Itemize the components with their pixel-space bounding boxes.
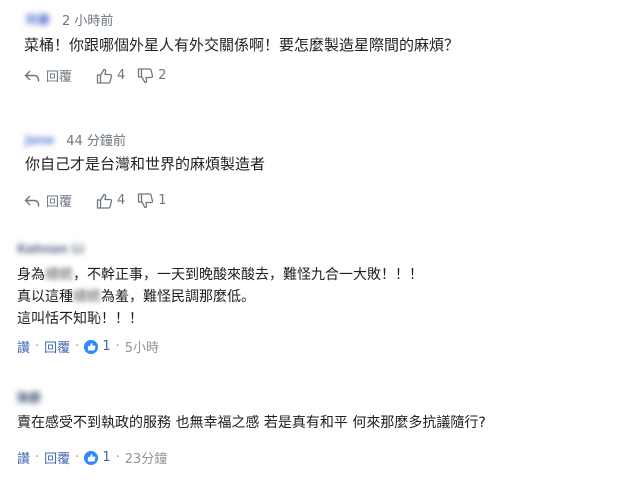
separator-dot: ·: [115, 450, 120, 465]
thumbs-down-button[interactable]: 1: [137, 192, 167, 209]
like-link[interactable]: 讚: [17, 337, 30, 356]
comment-username[interactable]: Jane: [25, 133, 54, 147]
fb-comment-2: 陳爵 賣在感受不到執政的服務 也無幸福之感 若是真有和平 何來那麼多抗議隨行? …: [0, 385, 630, 483]
comment-username[interactable]: 阿豪: [26, 11, 50, 28]
reaction-count[interactable]: 1: [102, 339, 110, 354]
thumbs-down-icon: [137, 192, 154, 209]
blurred-word: 總統: [73, 289, 101, 305]
thumbs-up-button[interactable]: 4: [96, 193, 125, 209]
reply-link[interactable]: 回覆: [44, 337, 70, 356]
comment-line: 身為總統，不幹正事，一天到晚酸來酸去，難怪九合一大敗！！！: [17, 264, 423, 286]
dislike-count: 2: [158, 68, 167, 83]
separator-dot: ·: [75, 339, 80, 354]
thumbs-down-icon: [137, 67, 154, 84]
commenter-name[interactable]: Kahnan Li: [17, 242, 84, 256]
reaction-count[interactable]: 1: [102, 450, 110, 465]
separator-dot: ·: [75, 450, 80, 465]
blurred-word: 總統: [45, 267, 73, 283]
like-count: 4: [117, 193, 126, 208]
comment-line: 這叫恬不知恥！！！: [17, 311, 143, 327]
comment-body: 身為總統，不幹正事，一天到晚酸來酸去，難怪九合一大敗！！！ 真以這種總統為羞，難…: [17, 264, 423, 330]
fb-comment-1: Kahnan Li 身為總統，不幹正事，一天到晚酸來酸去，難怪九合一大敗！！！ …: [0, 236, 630, 366]
reply-label: 回覆: [46, 70, 73, 85]
reply-label: 回覆: [46, 195, 73, 210]
commenter-name[interactable]: 陳爵: [17, 389, 41, 406]
comment-time[interactable]: 5小時: [125, 337, 159, 356]
reply-button[interactable]: 回覆: [24, 191, 72, 210]
reply-link[interactable]: 回覆: [44, 448, 70, 467]
comment-text: 菜桶！你跟哪個外星人有外交關係啊！要怎麼製造星際間的麻煩？: [24, 36, 460, 54]
like-badge-icon[interactable]: [84, 339, 99, 354]
reply-arrow-icon: [24, 194, 40, 208]
separator-dot: ·: [35, 450, 40, 465]
thumbs-down-button[interactable]: 2: [137, 67, 167, 84]
thumbs-up-button[interactable]: 4: [96, 68, 125, 84]
comment-time: 44 分鐘前: [66, 134, 126, 149]
like-link[interactable]: 讚: [17, 448, 30, 467]
comment-text: 賣在感受不到執政的服務 也無幸福之感 若是真有和平 何來那麼多抗議隨行?: [17, 415, 486, 431]
separator-dot: ·: [115, 339, 120, 354]
reply-arrow-icon: [24, 69, 40, 83]
thumbs-up-icon: [96, 68, 113, 84]
thumbs-up-icon: [96, 193, 113, 209]
dislike-count: 1: [158, 193, 167, 208]
reply-button[interactable]: 回覆: [24, 66, 72, 85]
comment-time[interactable]: 23分鐘: [125, 448, 168, 467]
comment-2: Jane 44 分鐘前 你自己才是台灣和世界的麻煩製造者 回覆 4 1: [0, 125, 630, 220]
like-count: 4: [117, 68, 126, 83]
comment-line: 真以這種總統為羞，難怪民調那麼低。: [17, 286, 423, 308]
like-badge-icon[interactable]: [84, 450, 99, 465]
comment-text: 你自己才是台灣和世界的麻煩製造者: [25, 155, 266, 173]
comment-1: 阿豪 2 小時前 菜桶！你跟哪個外星人有外交關係啊！要怎麼製造星際間的麻煩？ 回…: [0, 0, 630, 100]
separator-dot: ·: [35, 339, 40, 354]
comment-time: 2 小時前: [62, 14, 114, 29]
